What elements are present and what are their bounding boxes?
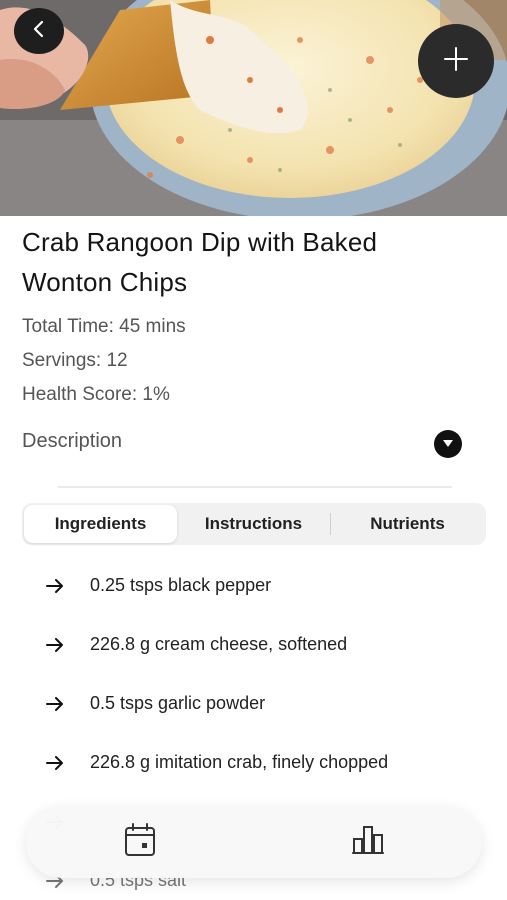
- recipe-title: Crab Rangoon Dip with Baked Wonton Chips: [22, 227, 378, 297]
- tab-ingredients[interactable]: Ingredients: [24, 505, 177, 543]
- description-label: Description: [22, 430, 123, 452]
- recipe-tabs: Ingredients Instructions Nutrients: [22, 503, 486, 545]
- arrow-right-icon: [46, 696, 90, 711]
- list-item: 0.5 tsps garlic powder: [46, 674, 486, 733]
- arrow-right-icon: [46, 578, 90, 593]
- nav-calendar-button[interactable]: [115, 817, 165, 867]
- arrow-right-icon: [46, 637, 90, 652]
- tab-label: Instructions: [204, 514, 303, 533]
- add-button[interactable]: [418, 24, 494, 98]
- list-item: 226.8 g cream cheese, softened: [46, 615, 486, 674]
- list-item: 226.8 g imitation crab, finely chopped: [46, 733, 486, 792]
- description-row[interactable]: Description: [22, 430, 462, 458]
- description-toggle-button[interactable]: [434, 430, 462, 458]
- total-time: Total Time: 45 mins: [22, 316, 186, 337]
- arrow-right-icon: [46, 755, 90, 770]
- divider: [58, 486, 452, 488]
- ingredient-text: 0.5 tsps garlic powder: [90, 693, 266, 713]
- caret-down-icon: [442, 435, 454, 453]
- tab-instructions[interactable]: Instructions: [177, 505, 330, 543]
- chevron-left-icon: [30, 20, 48, 43]
- ingredient-text: 226.8 g imitation crab, finely chopped: [90, 752, 389, 772]
- tab-label: Nutrients: [370, 514, 445, 533]
- ingredient-text: 0.25 tsps black pepper: [90, 575, 272, 595]
- nav-stats-button[interactable]: [343, 817, 393, 867]
- health-score: Health Score: 1%: [22, 384, 170, 405]
- servings: Servings: 12: [22, 350, 128, 371]
- calendar-icon: [124, 822, 156, 862]
- bar-chart-icon: [351, 825, 385, 860]
- list-item: 0.25 tsps black pepper: [46, 556, 486, 615]
- back-button[interactable]: [14, 8, 64, 54]
- plus-icon: [443, 46, 469, 77]
- tab-label: Ingredients: [54, 514, 147, 533]
- ingredient-text: 226.8 g cream cheese, softened: [90, 634, 348, 654]
- tab-nutrients[interactable]: Nutrients: [331, 505, 484, 543]
- bottom-nav-bar: [26, 806, 482, 878]
